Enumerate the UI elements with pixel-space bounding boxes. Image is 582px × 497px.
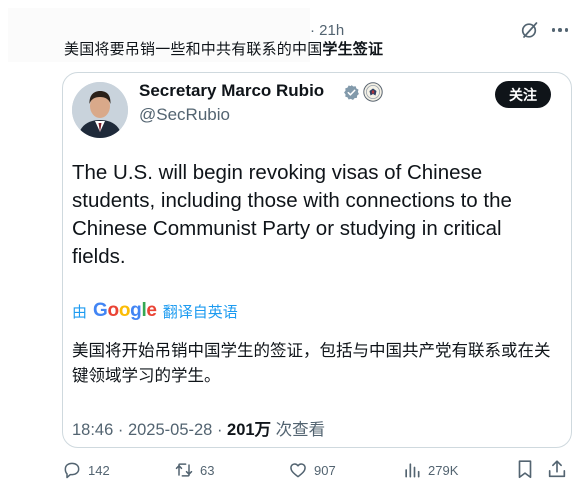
reply-icon [64, 462, 80, 479]
views-icon [405, 463, 420, 478]
post-datetime[interactable]: 18:46 · 2025-05-28 · [72, 421, 227, 439]
repost-icon [175, 463, 193, 477]
quoted-author-handle[interactable]: @SecRubio [139, 105, 230, 125]
reply-button[interactable]: 142 [62, 458, 110, 482]
action-bar: 142 63 907 279K [62, 458, 574, 486]
post-meta: 18:46 · 2025-05-28 · 201万 次查看 [72, 416, 325, 440]
post: · 21h 美国将要吊销一些和中共有联系的中国学生签证 Secretary Ma… [0, 0, 582, 497]
share-icon[interactable] [546, 458, 568, 480]
views-button[interactable]: 279K [402, 458, 458, 482]
quoted-author-name[interactable]: Secretary Marco Rubio [139, 81, 324, 101]
follow-button[interactable]: 关注 [495, 81, 551, 108]
reply-count: 142 [88, 462, 110, 478]
verified-icon [344, 85, 359, 100]
post-text-bold: 学生签证 [322, 41, 384, 58]
like-button[interactable]: 907 [288, 458, 336, 482]
bookmark-icon[interactable] [514, 458, 536, 480]
repost-button[interactable]: 63 [174, 458, 214, 482]
post-text: 美国将要吊销一些和中共有联系的中国学生签证 [64, 38, 383, 59]
google-logo: Google [93, 300, 157, 321]
views-count: 279K [428, 462, 459, 478]
heart-icon [290, 463, 306, 478]
quoted-post[interactable]: Secretary Marco Rubio @SecRubio 关注 The U… [62, 72, 572, 448]
translated-text: 美国将开始吊销中国学生的签证，包括与中国共产党有联系或在关键领域学习的学生。 [72, 342, 551, 385]
like-count: 907 [314, 462, 336, 478]
quoted-post-text: The U.S. will begin revoking visas of Ch… [72, 161, 512, 268]
avatar[interactable] [72, 82, 128, 138]
post-timestamp[interactable]: · 21h [310, 22, 344, 39]
state-department-seal-icon [363, 82, 383, 102]
views-total: 201万 [227, 421, 272, 439]
post-text-plain: 美国将要吊销一些和中共有联系的中国 [64, 41, 323, 58]
repost-count: 63 [200, 462, 215, 478]
grok-icon[interactable] [520, 20, 540, 40]
translation-attribution[interactable]: 由 Google 翻译自英语 [72, 300, 238, 321]
translate-suffix: 翻译自英语 [162, 303, 238, 321]
views-suffix: 次查看 [271, 421, 326, 439]
more-icon[interactable] [550, 20, 570, 40]
translate-prefix: 由 [72, 303, 88, 321]
